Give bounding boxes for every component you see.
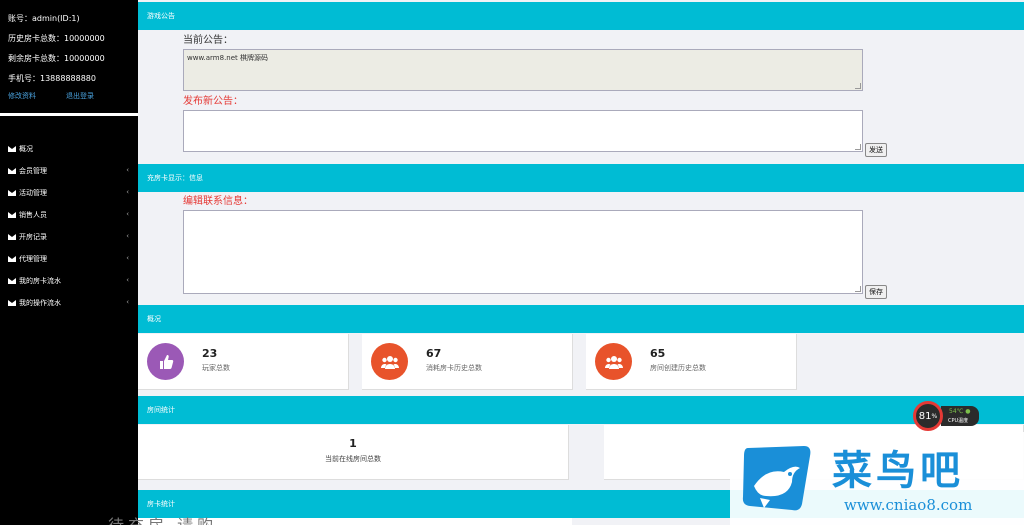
sidebar-menu: 概况 会员管理 ‹ 活动管理 ‹ 销售人员 ‹ 开房记录 ‹ 代理管理 ‹ 我的房卡流水 ‹… [0,138,138,314]
stat-value: 67 [426,347,442,360]
edit-contact-label: 编辑联系信息： [183,196,253,207]
droplet-icon: ● [965,408,971,415]
phone-number: 手机号：13888888880 [8,74,96,83]
sidebar-item-label: 代理管理 [19,255,47,263]
cpu-info: 54℃ ● CPU温度 [941,406,979,426]
envelope-icon [8,256,16,262]
envelope-icon [8,190,16,196]
sidebar-item-operation-flow[interactable]: 我的操作流水 ‹ [0,292,138,314]
sidebar-item-label: 会员管理 [19,167,47,175]
envelope-icon [8,300,16,306]
cpu-temp: 54℃ ● [949,408,971,415]
contact-info-input[interactable] [183,210,863,294]
current-announcement-box: www.arm8.net 棋牌源码 [183,49,863,91]
sidebar-item-sales[interactable]: 销售人员 ‹ [0,204,138,226]
users-icon [595,343,632,380]
online-rooms-value: 1 [349,437,357,450]
envelope-icon [8,168,16,174]
account-panel: 账号：admin(ID:1) 历史房卡总数：10000000 剩余房卡总数：10… [0,0,138,116]
resize-grip-icon [855,83,861,89]
chevron-left-icon: ‹ [126,298,129,306]
overview-header: 概况 [138,305,1024,333]
chevron-left-icon: ‹ [126,188,129,196]
sidebar-item-card-flow[interactable]: 我的房卡流水 ‹ [0,270,138,292]
sidebar-item-label: 我的房卡流水 [19,277,61,285]
sidebar-item-label: 活动管理 [19,189,47,197]
envelope-icon [8,146,16,152]
edit-profile-link[interactable]: 修改资料 [8,92,66,101]
stat-label: 消耗房卡历史总数 [426,364,482,372]
account-id: 账号：admin(ID:1) [8,14,80,23]
announcement-header: 游戏公告 [138,2,1024,30]
sidebar-item-label: 概况 [19,145,33,153]
chevron-left-icon: ‹ [126,254,129,262]
thumbs-up-icon [147,343,184,380]
sidebar-item-overview[interactable]: 概况 [0,138,138,160]
logout-link[interactable]: 退出登录 [66,92,94,101]
account-links: 修改资料 退出登录 [8,92,138,101]
stat-value: 65 [650,347,666,360]
cpu-temperature-widget[interactable]: 54℃ ● CPU温度 81% [913,401,979,431]
envelope-icon [8,234,16,240]
watermark-logo: 菜鸟吧 www.cniao8.com [730,432,1024,525]
send-button[interactable]: 发送 [865,143,887,157]
stat-label: 玩家总数 [202,364,230,372]
history-card-total: 历史房卡总数：10000000 [8,34,105,43]
sidebar-item-members[interactable]: 会员管理 ‹ [0,160,138,182]
sidebar-item-label: 销售人员 [19,211,47,219]
online-rooms-label: 当前在线房间总数 [325,455,381,463]
stat-value: 23 [202,347,218,360]
sidebar: 账号：admin(ID:1) 历史房卡总数：10000000 剩余房卡总数：10… [0,0,138,525]
stat-label: 房间创建历史总数 [650,364,706,372]
envelope-icon [8,212,16,218]
current-announcement-text: www.arm8.net 棋牌源码 [187,54,269,62]
online-rooms-box: 1 当前在线房间总数 [138,425,569,480]
users-icon [371,343,408,380]
stat-card-players: 23 玩家总数 [138,334,349,390]
sidebar-item-label: 开房记录 [19,233,47,241]
sidebar-item-label: 我的操作流水 [19,299,61,307]
resize-grip-icon [855,286,861,292]
stat-card-rooms-created: 65 房间创建历史总数 [586,334,797,390]
current-announcement-label: 当前公告： [183,35,233,46]
resize-grip-icon [855,144,861,150]
sidebar-item-agents[interactable]: 代理管理 ‹ [0,248,138,270]
cpu-usage-ring: 81% [913,401,943,431]
chevron-left-icon: ‹ [126,276,129,284]
envelope-icon [8,278,16,284]
sidebar-item-activities[interactable]: 活动管理 ‹ [0,182,138,204]
remaining-card-total: 剩余房卡总数：10000000 [8,54,105,63]
sidebar-item-room-records[interactable]: 开房记录 ‹ [0,226,138,248]
chevron-left-icon: ‹ [126,232,129,240]
logo-text: 菜鸟吧 [832,447,964,494]
new-announcement-label: 发布新公告： [183,96,243,107]
logo-url: www.cniao8.com [844,496,973,514]
chevron-left-icon: ‹ [126,166,129,174]
bottom-partial-text: 待充房 请购 [108,512,217,525]
new-announcement-input[interactable] [183,110,863,152]
save-button[interactable]: 保存 [865,285,887,299]
cpu-label: CPU温度 [948,418,969,424]
stat-card-consumed-cards: 67 消耗房卡历史总数 [362,334,573,390]
chevron-left-icon: ‹ [126,210,129,218]
contact-header: 充房卡显示：信息 [138,164,1024,192]
bird-logo-icon [742,446,811,511]
room-stats-header: 房间统计 [138,396,1024,424]
